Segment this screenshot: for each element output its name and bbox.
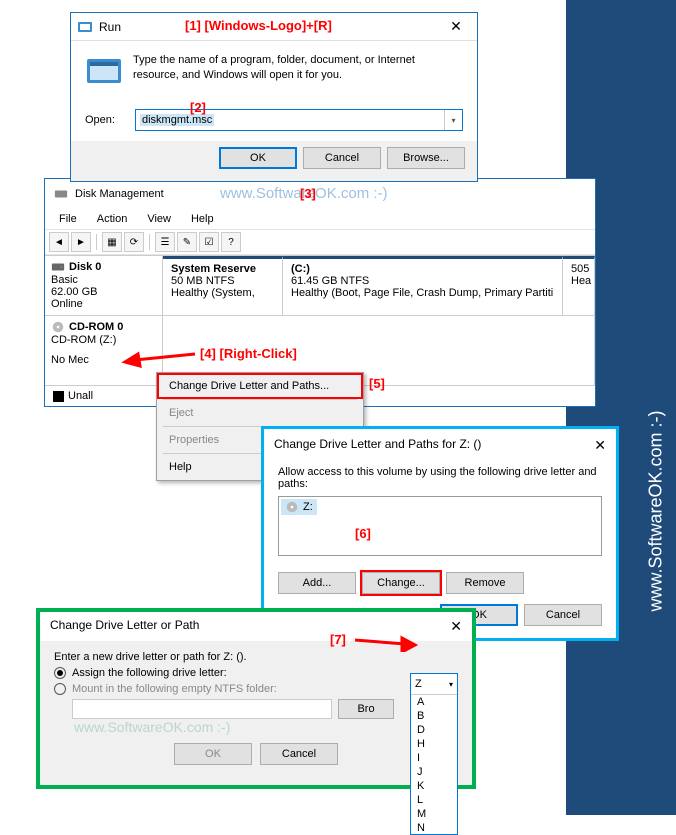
cancel-button[interactable]: Cancel xyxy=(260,743,338,765)
disk-icon xyxy=(53,186,69,202)
cancel-button[interactable]: Cancel xyxy=(303,147,381,169)
help-icon[interactable]: ? xyxy=(221,232,241,252)
hdd-icon xyxy=(51,260,65,274)
run-title-icon xyxy=(77,19,93,35)
arrow-4 xyxy=(120,344,200,368)
letter-option[interactable]: D xyxy=(411,723,457,737)
letter-option[interactable]: M xyxy=(411,807,457,821)
annotation-4: [4] [Right-Click] xyxy=(200,346,297,361)
run-large-icon xyxy=(85,53,123,91)
annotation-6: [6] xyxy=(355,526,371,541)
chgp-watermark: www.SoftwareOK.com :-) xyxy=(54,719,458,735)
dm-toolbar: ◄ ► ▦ ⟳ ☰ ✎ ☑ ? xyxy=(45,229,595,255)
letter-option[interactable]: K xyxy=(411,779,457,793)
change-button[interactable]: Change... xyxy=(362,572,440,594)
run-input-value: diskmgmt.msc xyxy=(140,114,214,126)
refresh-icon[interactable]: ⟳ xyxy=(124,232,144,252)
chg-title-text: Change Drive Letter and Paths for Z: () xyxy=(274,437,481,454)
disk0-label[interactable]: Disk 0 Basic 62.00 GB Online xyxy=(45,256,163,315)
close-icon[interactable]: ✕ xyxy=(441,18,471,35)
ctx-change-drive-letter[interactable]: Change Drive Letter and Paths... xyxy=(159,375,361,397)
radio-icon xyxy=(54,667,66,679)
drive-list[interactable]: Z: xyxy=(278,496,602,556)
partition-extra[interactable]: 505 Hea xyxy=(563,256,595,315)
detail-icon[interactable]: ▦ xyxy=(102,232,122,252)
letter-option[interactable]: A xyxy=(411,695,457,709)
drive-entry-z[interactable]: Z: xyxy=(281,499,317,515)
partition-system-reserve[interactable]: System Reserve 50 MB NTFS Healthy (Syste… xyxy=(163,256,283,315)
annotation-3: [3] xyxy=(300,186,316,201)
dm-titlebar: Disk Management xyxy=(45,179,595,209)
radio-mount-folder[interactable]: Mount in the following empty NTFS folder… xyxy=(54,683,458,695)
disk0-row: Disk 0 Basic 62.00 GB Online System Rese… xyxy=(45,256,595,316)
browse-button[interactable]: Browse... xyxy=(387,147,465,169)
menu-action[interactable]: Action xyxy=(89,211,136,227)
remove-button[interactable]: Remove xyxy=(446,572,524,594)
menu-file[interactable]: File xyxy=(51,211,85,227)
close-icon[interactable]: ✕ xyxy=(594,437,606,454)
dropdown-icon[interactable]: ▾ xyxy=(444,110,462,130)
ctx-eject[interactable]: Eject xyxy=(159,402,361,424)
letter-option[interactable]: J xyxy=(411,765,457,779)
ntfs-folder-input xyxy=(72,699,332,719)
list-icon[interactable]: ☰ xyxy=(155,232,175,252)
back-icon[interactable]: ◄ xyxy=(49,232,69,252)
legend-swatch xyxy=(53,391,64,402)
chevron-down-icon: ▾ xyxy=(449,680,453,689)
run-dialog: Run ✕ Type the name of a program, folder… xyxy=(70,12,478,182)
radio-assign-letter[interactable]: Assign the following drive letter: xyxy=(54,667,458,679)
letter-option[interactable]: I xyxy=(411,751,457,765)
menu-help[interactable]: Help xyxy=(183,211,222,227)
dm-menubar: File Action View Help xyxy=(45,209,595,229)
letter-option[interactable]: H xyxy=(411,737,457,751)
forward-icon[interactable]: ► xyxy=(71,232,91,252)
annotation-7: [7] xyxy=(330,632,346,647)
drive-icon xyxy=(285,500,299,514)
close-icon[interactable]: ✕ xyxy=(450,618,462,635)
prop-icon[interactable]: ☑ xyxy=(199,232,219,252)
letter-option[interactable]: N xyxy=(411,821,457,834)
run-description: Type the name of a program, folder, docu… xyxy=(133,53,463,91)
annotation-2: [2] xyxy=(190,100,206,115)
run-open-label: Open: xyxy=(85,114,125,126)
letter-list[interactable]: A B D H I J K L M N xyxy=(411,694,457,834)
drive-letter-dropdown[interactable]: Z ▾ A B D H I J K L M N xyxy=(410,673,458,835)
cdrom-icon xyxy=(51,320,65,334)
browse-button: Bro xyxy=(338,699,394,719)
run-input[interactable]: diskmgmt.msc ▾ xyxy=(135,109,463,131)
arrow-7 xyxy=(350,632,420,652)
action-icon[interactable]: ✎ xyxy=(177,232,197,252)
chg-description: Allow access to this volume by using the… xyxy=(278,466,602,490)
dm-title-text: Disk Management xyxy=(75,188,164,200)
ok-button[interactable]: OK xyxy=(174,743,252,765)
letter-option[interactable]: B xyxy=(411,709,457,723)
menu-view[interactable]: View xyxy=(139,211,179,227)
annotation-5: [5] xyxy=(369,376,385,391)
annotation-1: [1] [Windows-Logo]+[R] xyxy=(185,18,332,33)
ok-button[interactable]: OK xyxy=(219,147,297,169)
partition-c[interactable]: (C:) 61.45 GB NTFS Healthy (Boot, Page F… xyxy=(283,256,563,315)
radio-icon xyxy=(54,683,66,695)
side-watermark: www.SoftwareOK.com :-) xyxy=(646,411,667,612)
letter-selected: Z xyxy=(415,678,422,690)
chgp-title-text: Change Drive Letter or Path xyxy=(50,618,199,635)
add-button[interactable]: Add... xyxy=(278,572,356,594)
chgp-description: Enter a new drive letter or path for Z: … xyxy=(54,651,458,663)
cancel-button[interactable]: Cancel xyxy=(524,604,602,626)
letter-option[interactable]: L xyxy=(411,793,457,807)
